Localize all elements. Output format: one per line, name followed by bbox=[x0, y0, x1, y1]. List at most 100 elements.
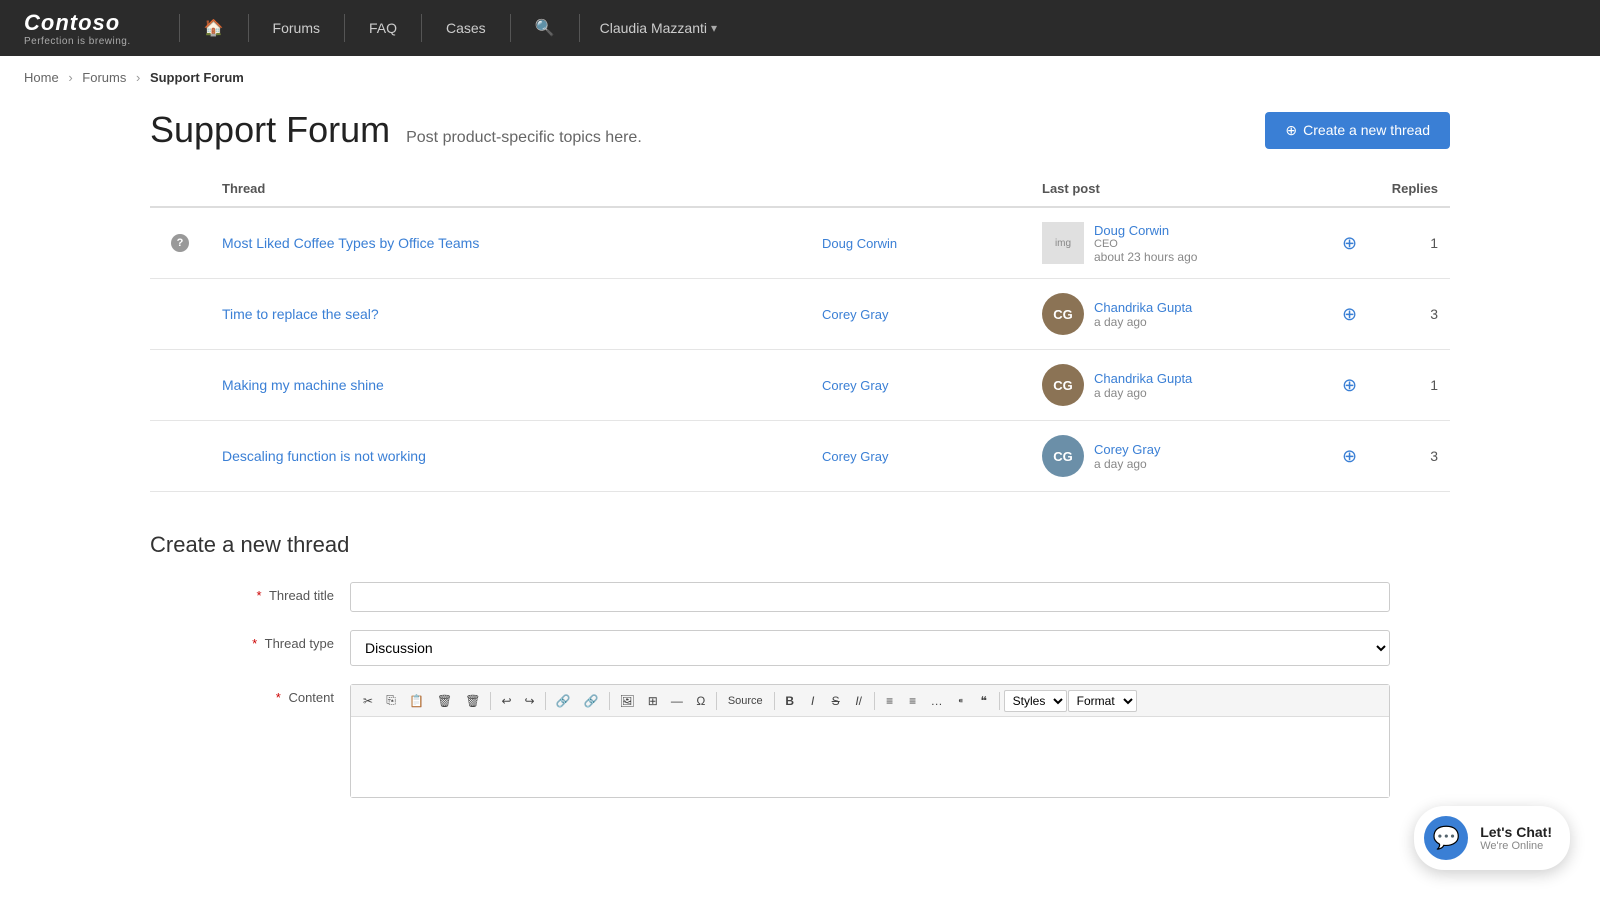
user-menu[interactable]: Claudia Mazzanti bbox=[600, 20, 707, 36]
create-thread-button[interactable]: ⊕ Create a new thread bbox=[1265, 112, 1450, 149]
last-post-name[interactable]: Doug Corwin bbox=[1094, 223, 1197, 238]
subscribe-cell: ⊕ bbox=[1330, 279, 1370, 350]
toolbar-table[interactable]: ⊞ bbox=[642, 690, 664, 712]
toolbar-blockquote[interactable]: ❝ bbox=[973, 690, 995, 712]
create-thread-label: Create a new thread bbox=[1303, 122, 1430, 138]
col-header-empty bbox=[810, 171, 1030, 207]
breadcrumb: Home › Forums › Support Forum bbox=[0, 56, 1600, 99]
thread-icon-cell bbox=[150, 279, 210, 350]
nav-divider-2 bbox=[248, 14, 249, 42]
thread-author[interactable]: Corey Gray bbox=[822, 449, 888, 464]
toolbar-paste[interactable]: 📋 bbox=[403, 690, 430, 712]
thread-link[interactable]: Time to replace the seal? bbox=[222, 306, 379, 322]
avatar: CG bbox=[1042, 293, 1084, 335]
thread-title-cell: Most Liked Coffee Types by Office Teams bbox=[210, 207, 810, 279]
toolbar-undo[interactable]: ↩ bbox=[495, 690, 517, 712]
chat-widget[interactable]: 💬 Let's Chat! We're Online bbox=[1414, 806, 1570, 870]
toolbar-ul[interactable]: ≡ bbox=[902, 690, 924, 712]
toolbar-ol[interactable]: ≡ bbox=[879, 690, 901, 712]
plus-icon: ⊕ bbox=[1285, 122, 1297, 139]
thread-title-input[interactable] bbox=[350, 582, 1390, 612]
toolbar-special-char[interactable]: Ω bbox=[690, 690, 712, 712]
thread-icon-cell bbox=[150, 350, 210, 421]
search-icon[interactable]: 🔍 bbox=[527, 18, 563, 38]
subscribe-cell: ⊕ bbox=[1330, 350, 1370, 421]
subscribe-icon[interactable]: ⊕ bbox=[1342, 233, 1357, 253]
subscribe-icon[interactable]: ⊕ bbox=[1342, 446, 1357, 466]
navbar: Contoso Perfection is brewing. 🏠 Forums … bbox=[0, 0, 1600, 56]
brand-tagline: Perfection is brewing. bbox=[24, 36, 131, 47]
breadcrumb-current: Support Forum bbox=[150, 70, 244, 85]
col-header-thread: Thread bbox=[210, 171, 810, 207]
col-header-subscribe bbox=[1330, 171, 1370, 207]
last-post-cell: CG Chandrika Gupta a day ago bbox=[1030, 350, 1330, 421]
editor-toolbar: ✂ ⎘ 📋 🗑 🗑 ↩ ↪ 🔗 🔗 🖼 ⊞ — Ω bbox=[351, 685, 1389, 717]
last-post-info: Chandrika Gupta a day ago bbox=[1094, 300, 1192, 329]
toolbar-sep-1 bbox=[490, 692, 491, 710]
avatar-placeholder: img bbox=[1042, 222, 1084, 264]
forum-subtitle: Post product-specific topics here. bbox=[406, 129, 642, 147]
chat-text: Let's Chat! We're Online bbox=[1480, 824, 1552, 852]
home-icon[interactable]: 🏠 bbox=[196, 18, 232, 38]
nav-cases[interactable]: Cases bbox=[438, 20, 494, 36]
toolbar-copy[interactable]: ⎘ bbox=[380, 689, 402, 712]
toolbar-styles-select[interactable]: Styles bbox=[1004, 690, 1067, 712]
toolbar-link[interactable]: 🔗 bbox=[550, 690, 577, 712]
thread-link[interactable]: Making my machine shine bbox=[222, 377, 384, 393]
thread-title-label: * Thread title bbox=[150, 582, 350, 603]
last-post-time: about 23 hours ago bbox=[1094, 250, 1197, 264]
nav-divider-6 bbox=[579, 14, 580, 42]
toolbar-italic2[interactable]: I/ bbox=[848, 690, 870, 712]
toolbar-indent[interactable]: … bbox=[925, 690, 949, 712]
last-post-cell: img Doug Corwin CEO about 23 hours ago bbox=[1030, 207, 1330, 279]
forum-title-group: Support Forum Post product-specific topi… bbox=[150, 109, 642, 151]
thread-title-cell: Descaling function is not working bbox=[210, 421, 810, 492]
subscribe-icon[interactable]: ⊕ bbox=[1342, 304, 1357, 324]
thread-author[interactable]: Corey Gray bbox=[822, 307, 888, 322]
thread-author[interactable]: Doug Corwin bbox=[822, 236, 897, 251]
toolbar-bold[interactable]: B bbox=[779, 690, 801, 712]
toolbar-hr[interactable]: — bbox=[665, 690, 689, 712]
nav-forums[interactable]: Forums bbox=[265, 20, 328, 36]
subscribe-icon[interactable]: ⊕ bbox=[1342, 375, 1357, 395]
nav-divider-5 bbox=[510, 14, 511, 42]
col-header-replies: Replies bbox=[1370, 171, 1450, 207]
last-post-name[interactable]: Chandrika Gupta bbox=[1094, 300, 1192, 315]
breadcrumb-forums[interactable]: Forums bbox=[82, 70, 126, 85]
toolbar-unlink[interactable]: 🔗 bbox=[578, 690, 605, 712]
last-post-name[interactable]: Corey Gray bbox=[1094, 442, 1160, 457]
last-post-info: Chandrika Gupta a day ago bbox=[1094, 371, 1192, 400]
user-dropdown-icon[interactable]: ▾ bbox=[711, 21, 717, 35]
last-post-name[interactable]: Chandrika Gupta bbox=[1094, 371, 1192, 386]
nav-divider-4 bbox=[421, 14, 422, 42]
forum-header: Support Forum Post product-specific topi… bbox=[150, 109, 1450, 151]
thread-link[interactable]: Descaling function is not working bbox=[222, 448, 426, 464]
brand-logo[interactable]: Contoso Perfection is brewing. bbox=[24, 10, 131, 47]
toolbar-image[interactable]: 🖼 bbox=[614, 690, 641, 712]
thread-link[interactable]: Most Liked Coffee Types by Office Teams bbox=[222, 235, 479, 251]
nav-faq[interactable]: FAQ bbox=[361, 20, 405, 36]
thread-author-cell: Corey Gray bbox=[810, 421, 1030, 492]
toolbar-strike[interactable]: S bbox=[825, 690, 847, 712]
toolbar-delete[interactable]: 🗑 bbox=[431, 690, 458, 712]
toolbar-sep-5 bbox=[774, 692, 775, 710]
toolbar-sep-3 bbox=[609, 692, 610, 710]
table-row: Time to replace the seal? Corey Gray CG … bbox=[150, 279, 1450, 350]
thread-type-select[interactable]: Discussion Question Announcement bbox=[350, 630, 1390, 666]
last-post-info: Corey Gray a day ago bbox=[1094, 442, 1160, 471]
thread-icon-cell bbox=[150, 421, 210, 492]
content-label: * Content bbox=[150, 684, 350, 705]
toolbar-italic[interactable]: I bbox=[802, 690, 824, 712]
toolbar-source[interactable]: Source bbox=[721, 691, 770, 711]
toolbar-outdent[interactable]: ⁌ bbox=[950, 690, 972, 712]
toolbar-format-select[interactable]: Format bbox=[1068, 690, 1137, 712]
toolbar-delete2[interactable]: 🗑 bbox=[459, 690, 486, 712]
editor-body[interactable] bbox=[351, 717, 1389, 797]
thread-table: Thread Last post Replies ? Most Liked Co… bbox=[150, 171, 1450, 492]
breadcrumb-sep-1: › bbox=[68, 70, 72, 85]
breadcrumb-home[interactable]: Home bbox=[24, 70, 59, 85]
form-row-thread-title: * Thread title bbox=[150, 582, 1450, 612]
thread-author[interactable]: Corey Gray bbox=[822, 378, 888, 393]
toolbar-cut[interactable]: ✂ bbox=[357, 690, 379, 712]
toolbar-redo[interactable]: ↪ bbox=[519, 690, 541, 712]
